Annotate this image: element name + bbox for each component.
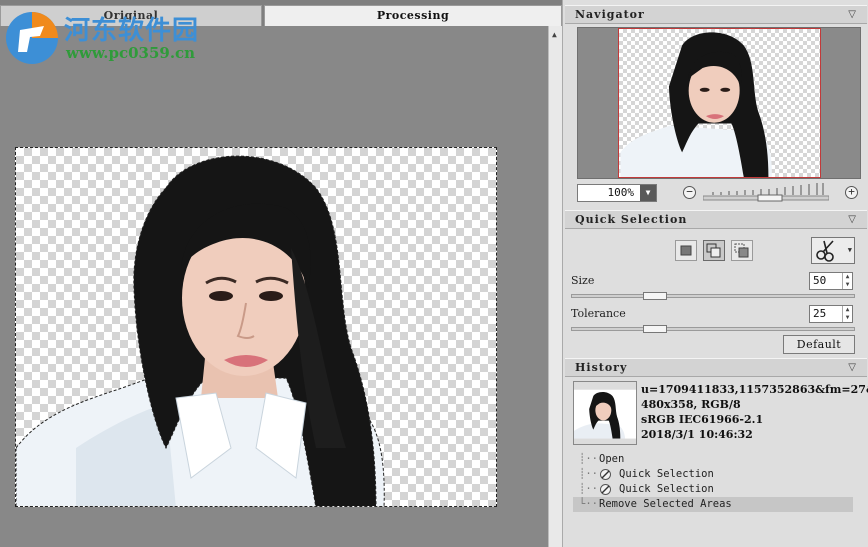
subtract-selection-icon [734,243,749,258]
right-panel: Navigator ▽ 100% ▼ − + Quick Selection ▽… [562,0,868,547]
collapse-icon[interactable]: ▽ [848,6,857,24]
history-item-quick-selection[interactable]: ┊·· Quick Selection [573,482,853,497]
quick-selection-icon [600,484,611,495]
zoom-select[interactable]: 100% ▼ [577,184,657,202]
chevron-down-icon[interactable]: ▼ [848,246,852,254]
add-selection-button[interactable] [703,240,725,261]
quick-selection-title: Quick Selection [575,213,688,226]
size-slider-track [571,294,855,298]
collapse-icon[interactable]: ▽ [848,359,857,377]
zoom-slider[interactable] [703,182,829,202]
tolerance-input[interactable]: 25 ▲ ▼ [809,305,853,323]
history-item-quick-selection[interactable]: ┊·· Quick Selection [573,467,853,482]
size-label: Size [571,274,595,287]
new-selection-icon [680,245,692,256]
scissors-icon [816,240,834,262]
zoom-value[interactable]: 100% [578,185,640,201]
tolerance-slider-thumb[interactable] [643,325,667,333]
history-thumbnail-portrait [574,382,636,444]
navigator-header[interactable]: Navigator ▽ [565,5,867,24]
zoom-slider-thumb [757,194,783,202]
size-slider[interactable] [571,292,855,300]
tree-connector: ┊·· [579,468,598,480]
size-input[interactable]: 50 ▲ ▼ [809,272,853,290]
cut-tool-button[interactable]: ▼ [811,237,855,264]
scroll-up-icon[interactable]: ▲ [552,30,557,39]
spinner-arrows-icon[interactable]: ▲ ▼ [842,306,852,322]
thumbnail-portrait [620,32,772,177]
history-item-label: Quick Selection [619,468,714,480]
new-selection-button[interactable] [675,240,697,261]
tolerance-value: 25 [813,307,827,320]
add-selection-icon [706,243,721,258]
watermark: 河东软件园 www.pc0359.cn [0,0,210,70]
size-value: 50 [813,274,827,287]
tree-connector: ┊·· [579,483,598,495]
history-thumbnail [573,381,637,445]
tolerance-label: Tolerance [571,307,626,320]
tab-processing[interactable]: Processing [264,5,562,26]
processed-image[interactable] [15,147,497,507]
watermark-url: www.pc0359.cn [66,44,196,62]
history-header[interactable]: History ▽ [565,358,867,377]
tolerance-slider[interactable] [571,325,855,333]
navigator-title: Navigator [575,8,645,21]
vertical-scrollbar[interactable]: ▲ [548,26,562,547]
quick-selection-header[interactable]: Quick Selection ▽ [565,210,867,229]
tolerance-slider-track [571,327,855,331]
history-item-remove-selected-areas[interactable]: └·· Remove Selected Areas [573,497,853,512]
tree-connector: └·· [579,498,598,510]
size-slider-thumb[interactable] [643,292,667,300]
spinner-arrows-icon[interactable]: ▲ ▼ [842,273,852,289]
navigator-thumbnail[interactable] [618,28,821,178]
history-item-open[interactable]: ┊·· Open [573,452,853,467]
history-color-profile: sRGB IEC61966-2.1 [641,413,764,426]
watermark-logo-icon [6,12,58,64]
history-timestamp: 2018/3/1 10:46:32 [641,428,753,441]
zoom-in-icon[interactable]: + [845,186,858,199]
subtract-selection-button[interactable] [731,240,753,261]
chevron-down-icon[interactable]: ▼ [640,185,656,201]
history-item-label: Open [599,453,625,465]
watermark-title: 河东软件园 [64,16,200,46]
history-item-label: Remove Selected Areas [599,498,732,510]
history-title: History [575,361,628,374]
zoom-out-icon[interactable]: − [683,186,696,199]
history-dimensions: 480x358, RGB/8 [641,398,741,411]
portrait-cutout [16,155,385,506]
history-file-name: u=1709411833,1157352863&fm=27& [641,383,868,396]
default-button[interactable]: Default [783,335,855,354]
collapse-icon[interactable]: ▽ [848,211,857,229]
navigator-view[interactable] [577,27,861,179]
history-item-label: Quick Selection [619,483,714,495]
quick-selection-icon [600,469,611,480]
tree-connector: ┊·· [579,453,598,465]
